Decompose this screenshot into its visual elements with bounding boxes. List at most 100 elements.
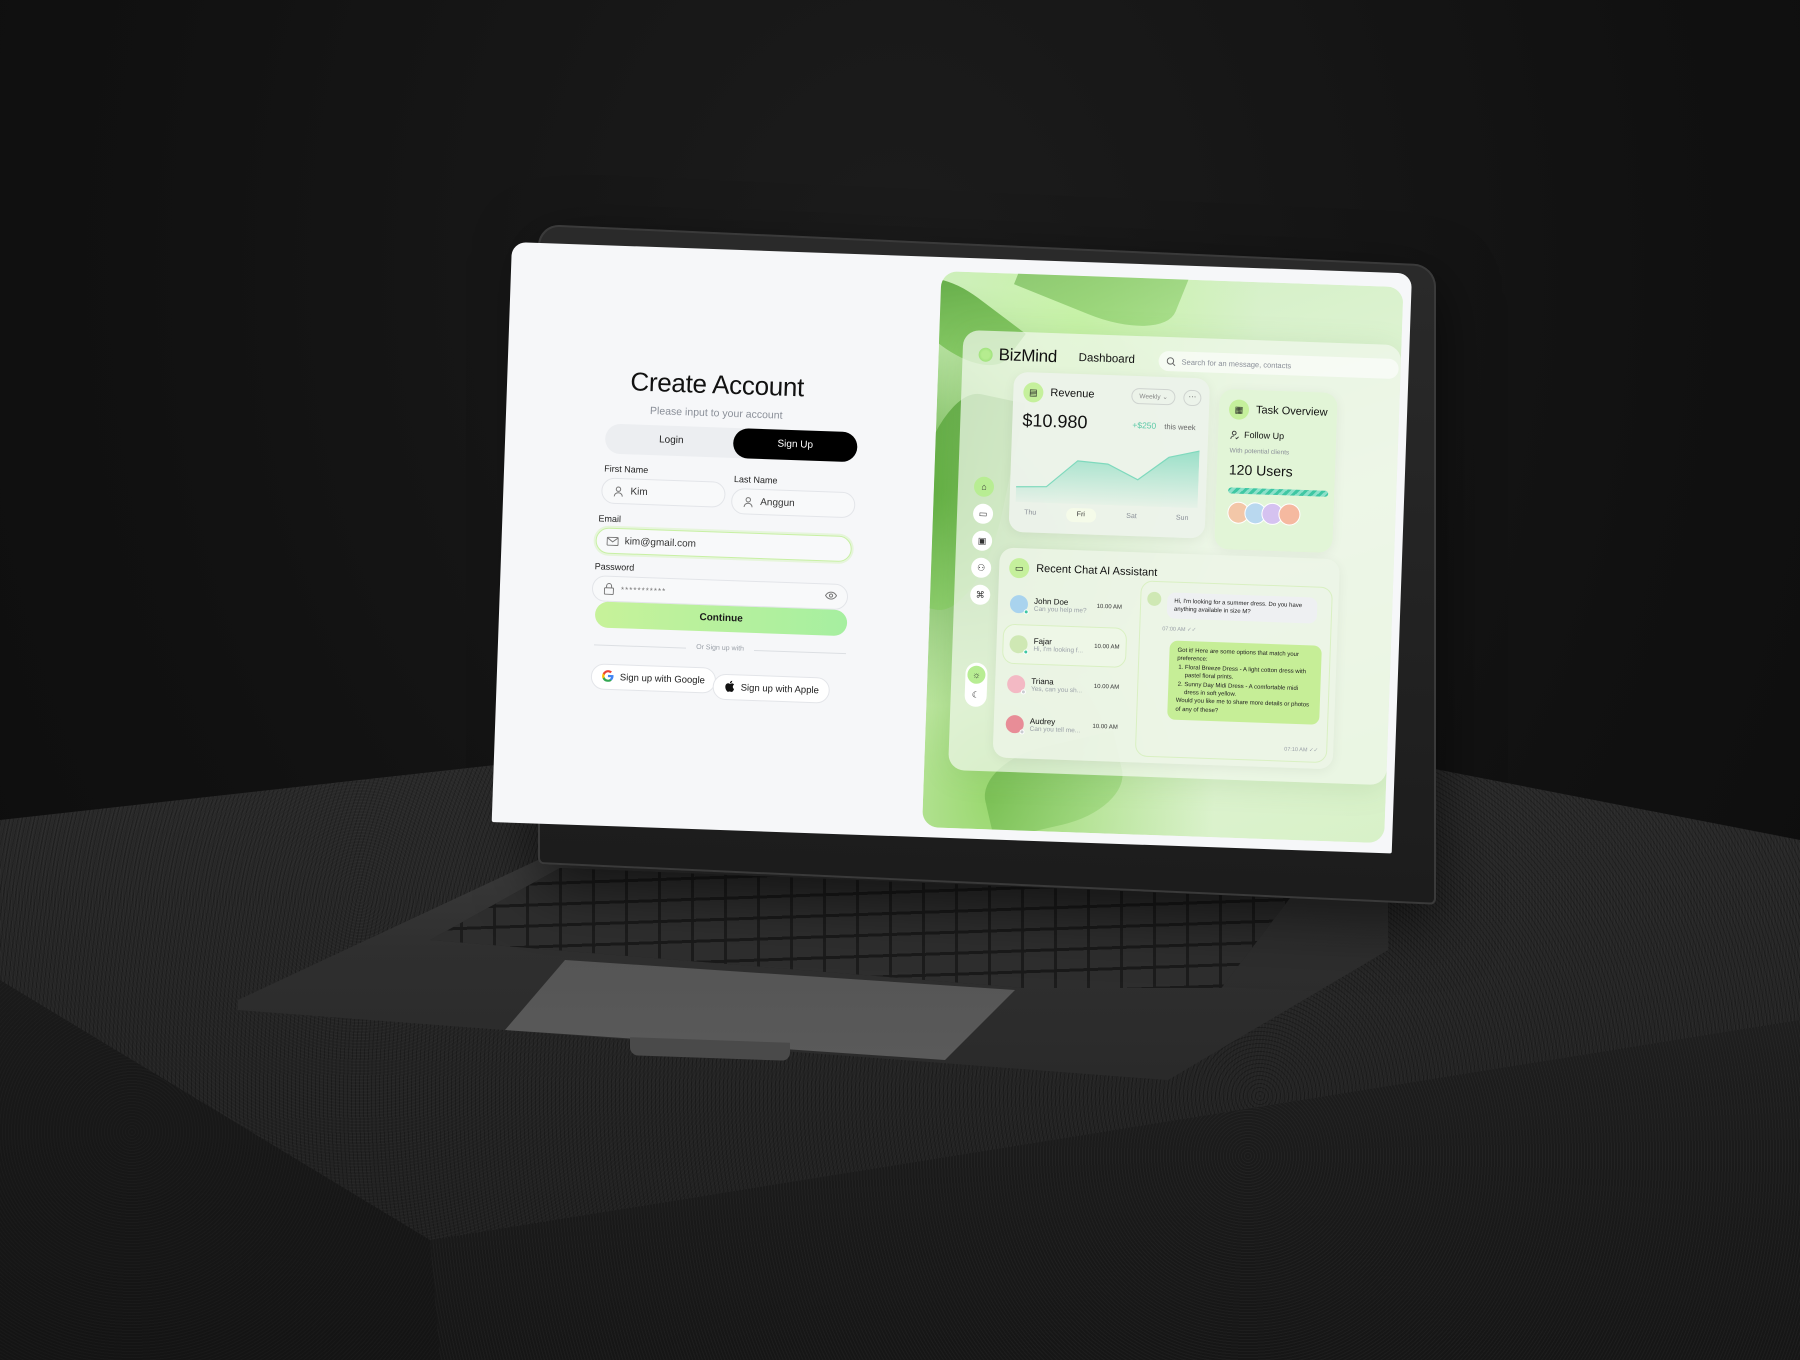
more-button[interactable]: ··· — [1183, 389, 1202, 407]
document-icon: ▦ — [1228, 399, 1250, 420]
revenue-amount: $10.980 — [1022, 410, 1088, 433]
mail-icon — [606, 535, 619, 547]
chat-preview: Can you tell me... — [1029, 725, 1081, 735]
task-overview-card: ▦ Task Overview Follow Up With potential… — [1214, 388, 1338, 554]
logo-icon — [978, 347, 993, 362]
message-icon: ▭ — [1008, 557, 1030, 579]
follow-up-label: Follow Up — [1243, 429, 1285, 442]
chat-time: 10.00 AM — [1093, 683, 1120, 691]
email-field[interactable]: kim@gmail.com — [595, 527, 853, 563]
incoming-message-row: Hi, I'm looking for a summer dress. Do y… — [1147, 591, 1318, 624]
sun-icon: ☼ — [972, 669, 981, 680]
screen-content: Create Account Please input to your acco… — [491, 242, 1412, 854]
sidebar-item-home[interactable]: ⌂ — [973, 476, 995, 498]
incoming-timestamp: 07:00 AM ✓✓ — [1162, 626, 1196, 633]
chat-preview: Can you help me? — [1033, 605, 1087, 615]
incoming-message: Hi, I'm looking for a summer dress. Do y… — [1166, 592, 1318, 624]
revenue-header: ▤ Revenue — [1023, 382, 1095, 404]
chart-day-label[interactable]: Sun — [1167, 511, 1197, 526]
background-scene: Create Account Please input to your acco… — [0, 0, 1800, 1360]
apple-signup-button[interactable]: Sign up with Apple — [712, 673, 831, 704]
read-receipt-icon: ✓✓ — [1308, 747, 1319, 754]
first-name-field[interactable]: Kim — [600, 477, 726, 508]
avatar — [1147, 591, 1162, 607]
page-title: Create Account — [629, 366, 805, 403]
google-signup-label: Sign up with Google — [619, 671, 706, 686]
sidebar-item-users[interactable]: ⚇ — [970, 557, 992, 579]
outgoing-list: Floral Breeze Dress - A light cotton dre… — [1176, 664, 1313, 702]
first-name-label: First Name — [604, 463, 649, 476]
chat-preview: Yes, can you sh... — [1030, 685, 1083, 695]
avatar — [1006, 674, 1026, 695]
outgoing-time: 07:10 AM — [1284, 746, 1308, 754]
chat-meta: Audrey Can you tell me... — [1029, 717, 1086, 735]
chart-day-label[interactable]: Sat — [1116, 509, 1146, 524]
period-dropdown[interactable]: Weekly ⌄ — [1131, 387, 1177, 406]
google-signup-button[interactable]: Sign up with Google — [590, 663, 717, 694]
chat-time: 10.00 AM — [1094, 643, 1120, 651]
conversation-panel: Hi, I'm looking for a summer dress. Do y… — [1134, 580, 1333, 764]
moon-icon: ☾ — [971, 689, 980, 700]
chat-time: 10.00 AM — [1092, 723, 1118, 731]
chat-meta: Fajar Hi, I'm looking f... — [1033, 637, 1088, 655]
sidebar-item-chat[interactable]: ▭ — [972, 503, 994, 525]
last-name-label: Last Name — [733, 474, 778, 486]
status-dot — [1023, 649, 1029, 655]
chat-list-item[interactable]: John Doe Can you help me? 10.00 AM — [1003, 584, 1128, 628]
revenue-delta-note: this week — [1164, 422, 1196, 433]
dashboard-title: Dashboard — [1078, 351, 1136, 366]
wallet-icon: ▤ — [1023, 382, 1044, 403]
chat-time: 10.00 AM — [1096, 603, 1123, 611]
tab-login[interactable]: Login — [609, 424, 734, 458]
chart-day-label[interactable]: Fri — [1065, 507, 1097, 523]
outgoing-outro: Would you like me to share more details … — [1175, 698, 1310, 714]
last-name-value: Anggun — [760, 496, 795, 509]
task-overview-title: Task Overview — [1255, 404, 1328, 419]
home-icon: ⌂ — [981, 481, 987, 492]
read-receipt-icon: ✓✓ — [1186, 627, 1197, 634]
apple-icon — [723, 679, 735, 694]
status-dot — [1023, 609, 1029, 615]
follow-up-item[interactable]: Follow Up — [1230, 429, 1284, 441]
apps-icon: ⌘ — [975, 589, 985, 600]
tab-sign-up[interactable]: Sign Up — [732, 427, 858, 463]
sidebar-item-apps[interactable]: ⌘ — [969, 584, 991, 606]
recent-chat-card: ▭ Recent Chat AI Assistant John Doe Can y… — [992, 547, 1340, 770]
password-label: Password — [594, 561, 635, 573]
brand-logo[interactable]: BizMind — [978, 344, 1057, 367]
first-name-value: Kim — [630, 485, 648, 498]
recent-chat-header: ▭ Recent Chat AI Assistant — [1008, 557, 1158, 583]
chat-preview: Hi, I'm looking f... — [1033, 645, 1084, 655]
chat-list: John Doe Can you help me? 10.00 AM Fajar Hi,… — [999, 584, 1129, 748]
revenue-chart — [1015, 450, 1200, 509]
outgoing-timestamp: 07:10 AM ✓✓ — [1284, 747, 1318, 754]
chat-list-item[interactable]: Audrey Can you tell me... 10.00 AM — [999, 704, 1124, 748]
divider-text: Or Sign up with — [695, 643, 745, 653]
laptop-screen: Create Account Please input to your acco… — [491, 242, 1412, 854]
follow-up-note: With potential clients — [1229, 447, 1290, 457]
chart-day-label[interactable]: Thu — [1015, 506, 1045, 521]
chat-list-item[interactable]: Triana Yes, can you sh... 10.00 AM — [1000, 664, 1125, 708]
avatar — [1009, 634, 1029, 655]
user-icon — [742, 495, 754, 507]
revenue-delta: +$250 — [1132, 419, 1157, 431]
chat-meta: Triana Yes, can you sh... — [1031, 677, 1088, 695]
auth-tabs: Login Sign Up — [604, 423, 858, 463]
task-overview-header: ▦ Task Overview — [1228, 399, 1328, 422]
last-name-field[interactable]: Anggun — [730, 487, 856, 519]
lock-icon — [603, 583, 615, 595]
sidebar-item-calendar[interactable]: ▣ — [971, 530, 993, 552]
chat-list-item[interactable]: Fajar Hi, I'm looking f... 10.00 AM — [1001, 623, 1128, 668]
light-mode-button[interactable]: ☼ — [967, 665, 986, 685]
google-icon — [602, 669, 615, 684]
avatar — [1005, 714, 1025, 735]
avatar-group — [1227, 501, 1301, 526]
dark-mode-button[interactable]: ☾ — [966, 685, 985, 704]
eye-icon[interactable] — [824, 591, 838, 602]
email-label: Email — [598, 513, 622, 525]
revenue-title: Revenue — [1050, 387, 1095, 401]
user-check-icon — [1230, 430, 1239, 439]
or-divider: Or Sign up with — [594, 639, 847, 658]
theme-toggle[interactable]: ☼ ☾ — [964, 662, 988, 708]
create-account-form: Create Account Please input to your acco… — [492, 242, 932, 837]
